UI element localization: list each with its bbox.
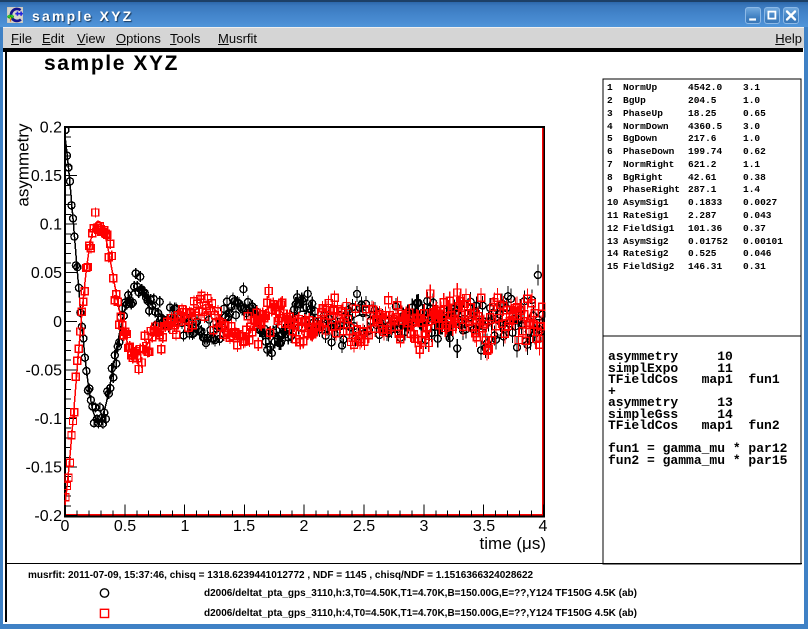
- svg-text:1: 1: [181, 518, 190, 535]
- svg-text:0: 0: [53, 314, 62, 331]
- svg-text:-0.05: -0.05: [26, 362, 63, 379]
- svg-text:2.5: 2.5: [353, 518, 375, 535]
- svg-text:time (μs): time (μs): [480, 534, 546, 553]
- svg-text:2: 2: [300, 518, 309, 535]
- svg-text:1.5: 1.5: [233, 518, 255, 535]
- svg-text:3.5: 3.5: [473, 518, 495, 535]
- svg-text:-0.1: -0.1: [34, 411, 62, 428]
- svg-text:0.5: 0.5: [114, 518, 136, 535]
- svg-text:3: 3: [420, 518, 429, 535]
- svg-text:4: 4: [539, 518, 548, 535]
- svg-text:0: 0: [61, 518, 70, 535]
- svg-text:-0.15: -0.15: [26, 460, 63, 477]
- svg-text:-0.2: -0.2: [34, 508, 62, 525]
